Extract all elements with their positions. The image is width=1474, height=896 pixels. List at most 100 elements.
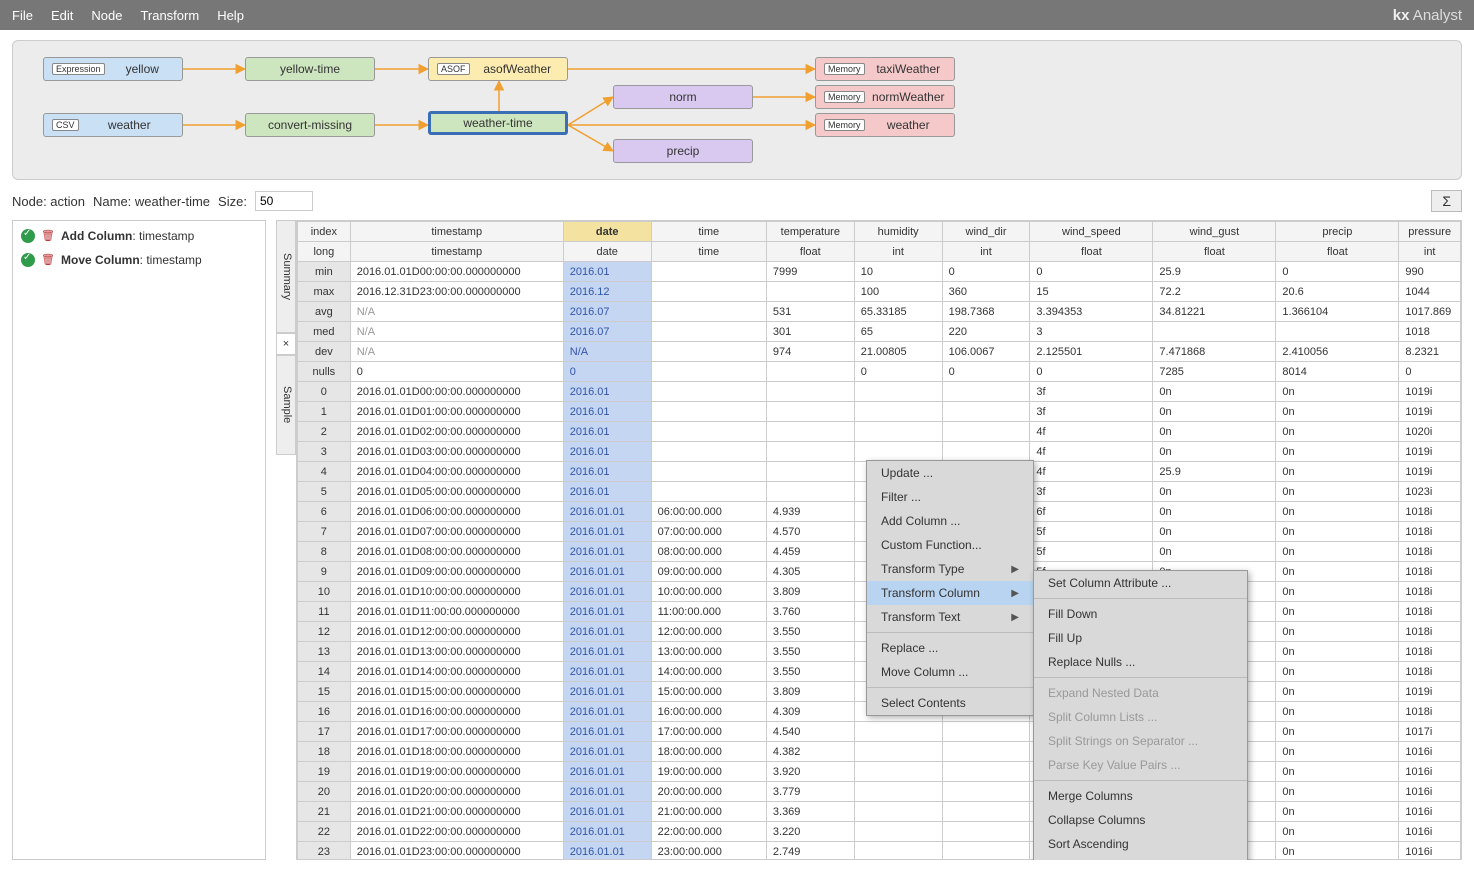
menu-item[interactable]: Merge Columns [1034, 784, 1247, 808]
menu-item[interactable]: Select Contents [867, 691, 1033, 715]
node-tag: Memory [824, 91, 865, 103]
column-context-menu[interactable]: Update ...Filter ...Add Column ...Custom… [866, 460, 1034, 716]
transform-column-submenu[interactable]: Set Column Attribute ... Fill DownFill Up… [1033, 570, 1248, 860]
tab-close[interactable]: × [276, 333, 296, 355]
menu-item[interactable]: Replace ... [867, 636, 1033, 660]
summary-row: devN/AN/A97421.00805106.00672.1255017.47… [298, 342, 1461, 362]
node-label: yellow-time [254, 62, 366, 76]
node-tag: Expression [52, 63, 105, 75]
menu-item[interactable]: Filter ... [867, 485, 1033, 509]
menubar: File Edit Node Transform Help kx Analyst [0, 0, 1474, 30]
size-input[interactable] [255, 191, 313, 211]
table-row[interactable]: 182016.01.01D18:00:00.0000000002016.01.0… [298, 742, 1461, 762]
name-label: Name: weather-time [93, 194, 210, 209]
menu-item[interactable]: Sort Ascending [1034, 832, 1247, 856]
col-header-time[interactable]: time [651, 222, 766, 242]
menu-item[interactable]: Fill Down [1034, 602, 1247, 626]
col-type: float [1153, 242, 1276, 262]
col-header-humidity[interactable]: humidity [854, 222, 942, 242]
menu-item[interactable]: Custom Function... [867, 533, 1033, 557]
graph-node-expr[interactable]: Expressionyellow [43, 57, 183, 81]
menu-help[interactable]: Help [217, 8, 244, 23]
graph-node-yt[interactable]: yellow-time [245, 57, 375, 81]
col-header-timestamp[interactable]: timestamp [350, 222, 563, 242]
table-row[interactable]: 202016.01.01D20:00:00.0000000002016.01.0… [298, 782, 1461, 802]
transform-graph[interactable]: Expressionyellow CSVweather yellow-time con… [12, 40, 1462, 180]
summary-row: avgN/A2016.0753165.33185198.73683.394353… [298, 302, 1461, 322]
menu-item[interactable]: Replace Nulls ... [1034, 650, 1247, 674]
graph-node-wm[interactable]: Memoryweather [815, 113, 955, 137]
graph-node-norm[interactable]: norm [613, 85, 753, 109]
delete-icon[interactable]: 🗑 [41, 229, 55, 243]
chevron-right-icon: ▶ [1011, 564, 1019, 575]
col-header-date[interactable]: date [563, 222, 651, 242]
delete-icon[interactable]: 🗑 [41, 253, 55, 267]
graph-node-csv[interactable]: CSVweather [43, 113, 183, 137]
menu-item: Expand Nested Data [1034, 681, 1247, 705]
graph-node-tw[interactable]: MemorytaxiWeather [815, 57, 955, 81]
col-header-wind_gust[interactable]: wind_gust [1153, 222, 1276, 242]
node-label: norm [622, 90, 744, 104]
node-label: weather [871, 118, 946, 132]
menu-item[interactable]: Sort Descending [1034, 856, 1247, 860]
col-header-pressure[interactable]: pressure [1399, 222, 1461, 242]
menu-item: Split Strings on Separator ... [1034, 729, 1247, 753]
node-label: weather-time [439, 116, 557, 130]
table-row[interactable]: 222016.01.01D22:00:00.0000000002016.01.0… [298, 822, 1461, 842]
action-row[interactable]: 🗑 Move Column: timestamp [21, 253, 257, 267]
col-header-wind_speed[interactable]: wind_speed [1030, 222, 1153, 242]
col-type: float [1276, 242, 1399, 262]
table-row[interactable]: 172016.01.01D17:00:00.0000000002016.01.0… [298, 722, 1461, 742]
sigma-button[interactable]: Σ [1431, 190, 1462, 212]
menu-item[interactable]: Update ... [867, 461, 1033, 485]
menu-item[interactable]: Transform Type▶ [867, 557, 1033, 581]
table-row[interactable]: 22016.01.01D02:00:00.0000000002016.014f0… [298, 422, 1461, 442]
menu-item[interactable]: Collapse Columns [1034, 808, 1247, 832]
col-type: float [766, 242, 854, 262]
tab-sample[interactable]: Sample [276, 355, 296, 455]
size-label: Size: [218, 194, 247, 209]
graph-node-nw[interactable]: MemorynormWeather [815, 85, 955, 109]
summary-row: min2016.01.01D00:00:00.0000000002016.017… [298, 262, 1461, 282]
summary-row: max2016.12.31D23:00:00.0000000002016.121… [298, 282, 1461, 302]
table-row[interactable]: 232016.01.01D23:00:00.0000000002016.01.0… [298, 842, 1461, 861]
menu-item[interactable]: Add Column ... [867, 509, 1033, 533]
graph-node-precip[interactable]: precip [613, 139, 753, 163]
menu-file[interactable]: File [12, 8, 33, 23]
graph-node-cm[interactable]: convert-missing [245, 113, 375, 137]
menu-edit[interactable]: Edit [51, 8, 73, 23]
node-info-bar: Node: action Name: weather-time Size: Σ [0, 186, 1474, 220]
col-header-index[interactable]: index [298, 222, 351, 242]
side-tabs: Summary × Sample [276, 220, 296, 860]
node-label: taxiWeather [871, 62, 946, 76]
col-type: float [1030, 242, 1153, 262]
table-row[interactable]: 192016.01.01D19:00:00.0000000002016.01.0… [298, 762, 1461, 782]
table-row[interactable]: 32016.01.01D03:00:00.0000000002016.014f0… [298, 442, 1461, 462]
col-type: int [942, 242, 1030, 262]
table-row[interactable]: 212016.01.01D21:00:00.0000000002016.01.0… [298, 802, 1461, 822]
table-row[interactable]: 12016.01.01D01:00:00.0000000002016.013f0… [298, 402, 1461, 422]
menu-item[interactable]: Set Column Attribute ... [1034, 571, 1247, 595]
menu-item[interactable]: Move Column ... [867, 660, 1033, 684]
node-label: weather [85, 118, 174, 132]
menu-item[interactable]: Transform Text▶ [867, 605, 1033, 629]
col-type: int [1399, 242, 1461, 262]
menu-item[interactable]: Transform Column▶ [867, 581, 1033, 605]
menu-item[interactable]: Fill Up [1034, 626, 1247, 650]
graph-node-aw[interactable]: ASOFasofWeather [428, 57, 568, 81]
check-icon [21, 253, 35, 267]
col-header-temperature[interactable]: temperature [766, 222, 854, 242]
menu-node[interactable]: Node [91, 8, 122, 23]
tab-summary[interactable]: Summary [276, 220, 296, 333]
graph-node-wt[interactable]: weather-time [428, 111, 568, 135]
col-header-precip[interactable]: precip [1276, 222, 1399, 242]
menu-transform[interactable]: Transform [140, 8, 199, 23]
col-type: date [563, 242, 651, 262]
table-row[interactable]: 02016.01.01D00:00:00.0000000002016.013f0… [298, 382, 1461, 402]
node-label: Node: action [12, 194, 85, 209]
col-type: long [298, 242, 351, 262]
node-label: asofWeather [476, 62, 559, 76]
action-row[interactable]: 🗑Add Column: timestamp [21, 229, 257, 243]
action-text: Move Column: timestamp [61, 253, 202, 267]
col-header-wind_dir[interactable]: wind_dir [942, 222, 1030, 242]
